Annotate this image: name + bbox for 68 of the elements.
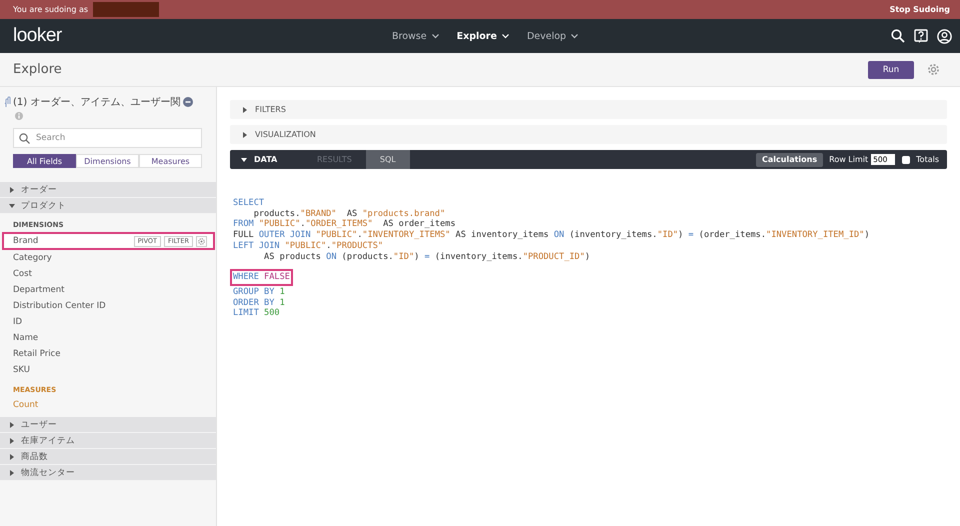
section-header[interactable]: VISUALIZATION xyxy=(230,125,947,144)
data-toggle[interactable]: DATA xyxy=(230,150,303,169)
nav-menu[interactable]: Browse xyxy=(388,28,443,44)
chevron-down-icon xyxy=(502,34,509,38)
view-header[interactable]: プロダクト xyxy=(0,198,216,214)
stop-sudoing-link[interactable]: Stop Sudoing xyxy=(890,5,950,14)
field-label: Name xyxy=(13,333,40,343)
field-label: Brand xyxy=(13,236,40,246)
field-item[interactable]: ID xyxy=(0,314,216,330)
logo[interactable]: looker xyxy=(13,25,62,47)
sql-line: ORDER BY 1 xyxy=(233,298,285,308)
field-item[interactable]: SKU xyxy=(0,362,216,378)
sql-line: FULL OUTER JOIN "PUBLIC"."INVENTORY_ITEMS" AS inventory_items ON (inventory_items."ID") = (order_items."INVENTORY_ITEM_ID") xyxy=(233,230,870,241)
field-label: Department xyxy=(13,285,66,295)
collapse-icon xyxy=(183,97,194,107)
sql-line: LEFT JOIN "PUBLIC"."PRODUCTS" xyxy=(233,240,384,252)
sql-line: SELECT xyxy=(233,198,264,209)
field-label: Count xyxy=(13,400,40,410)
field-label: ID xyxy=(13,317,24,327)
view-header[interactable]: 在庫アイテム xyxy=(0,433,216,449)
chevron-down-icon xyxy=(571,34,578,38)
settings-icon xyxy=(198,238,205,244)
totals-checkbox[interactable] xyxy=(902,156,910,164)
redacted-block xyxy=(93,2,160,17)
search-icon xyxy=(19,133,30,144)
user-icon xyxy=(937,28,952,44)
help-icon xyxy=(914,28,928,44)
field-tab[interactable]: Measures xyxy=(139,154,202,168)
view-header[interactable]: ユーザー xyxy=(0,417,216,433)
field-label: SKU xyxy=(13,365,31,375)
field-tab[interactable]: All Fields xyxy=(13,154,76,168)
field-item[interactable]: Department xyxy=(0,282,216,298)
field-label: Cost xyxy=(13,269,33,279)
field-settings-button[interactable] xyxy=(196,236,207,246)
sudo-message: You are sudoing as xyxy=(13,5,88,14)
sql-line: FROM "PUBLIC"."ORDER_ITEMS" AS order_items xyxy=(233,219,456,230)
info-icon xyxy=(15,112,23,120)
field-label: Category xyxy=(13,253,53,263)
row-limit-label: Row Limit xyxy=(829,155,868,164)
calculations-button[interactable]: Calculations xyxy=(756,152,824,166)
data-tab[interactable]: SQL xyxy=(366,150,410,169)
field-tab[interactable]: Dimensions xyxy=(76,154,139,168)
field-item[interactable]: Name xyxy=(0,330,216,346)
chevron-down-icon xyxy=(432,34,439,38)
settings-icon xyxy=(927,63,940,76)
field-label: Distribution Center ID xyxy=(13,301,107,311)
section-header[interactable]: FILTERS xyxy=(230,100,947,119)
search-field[interactable]: Search xyxy=(13,128,202,148)
run-button[interactable]: Run xyxy=(868,60,914,78)
field-item[interactable]: Retail Price xyxy=(0,346,216,362)
model-title: (1) オーダー、アイテム、ユーザー関 xyxy=(13,96,180,109)
sql-line: products."BRAND" AS "products.brand" xyxy=(252,208,446,220)
search-icon xyxy=(891,29,905,43)
field-item[interactable]: Category xyxy=(0,250,216,266)
sql-line: AS products ON (products."ID") = (inventory_items."PRODUCT_ID") xyxy=(263,252,590,262)
nav-menu[interactable]: Develop xyxy=(522,28,582,44)
sql-line: LIMIT 500 xyxy=(233,308,280,320)
field-item[interactable]: Cost xyxy=(0,266,216,282)
view-header[interactable]: 商品数 xyxy=(0,449,216,465)
field-item[interactable]: Distribution Center ID xyxy=(0,298,216,314)
view-header[interactable]: オーダー xyxy=(0,182,216,198)
page-title: Explore xyxy=(13,62,62,77)
highlighted-sql-line: WHERE FALSE xyxy=(233,272,290,283)
view-header[interactable]: 物流センター xyxy=(0,465,216,481)
field-label: Retail Price xyxy=(13,349,62,359)
nav-menu[interactable]: Explore xyxy=(452,28,513,44)
sql-line: GROUP BY 1 xyxy=(233,286,285,298)
totals-label: Totals xyxy=(916,155,939,164)
